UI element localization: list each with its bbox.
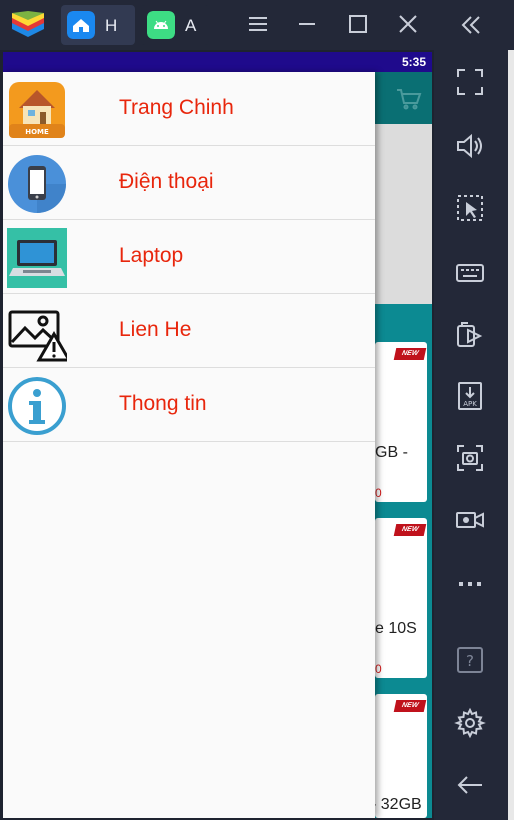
banner: [375, 124, 432, 304]
install-app-icon[interactable]: [454, 318, 486, 350]
svg-text:HOME: HOME: [25, 128, 49, 136]
volume-icon[interactable]: [454, 130, 486, 162]
menu-item-label: Thong tin: [119, 392, 207, 415]
keyboard-icon[interactable]: [454, 256, 486, 288]
tab-home[interactable]: H: [61, 5, 135, 45]
product-name: e 10S: [375, 620, 417, 637]
tab-label: H: [105, 16, 118, 35]
info-icon: [8, 377, 66, 435]
android-screen: 5:35 NEW GB - 0 NEW e 10S 0 NEW - 32GB H: [3, 52, 432, 818]
product-card[interactable]: NEW GB - 0: [375, 342, 427, 502]
new-badge: NEW: [393, 348, 427, 360]
cursor-select-icon[interactable]: [454, 192, 486, 224]
background-window: [508, 50, 514, 820]
screenshot-icon[interactable]: [454, 442, 486, 474]
svg-text:APK: APK: [463, 400, 477, 408]
settings-icon[interactable]: [454, 707, 486, 739]
laptop-icon: [7, 228, 67, 288]
menu-item-lien-he[interactable]: Lien He: [3, 294, 375, 368]
tab-app[interactable]: A: [141, 5, 209, 45]
back-icon[interactable]: [454, 769, 486, 801]
product-price: 0: [375, 486, 382, 500]
apk-icon[interactable]: APK: [454, 380, 486, 412]
fullscreen-icon[interactable]: [454, 66, 486, 98]
menu-item-label: Lien He: [119, 318, 192, 341]
title-bar: H A: [0, 0, 514, 50]
emulator-sidebar: APK ?: [434, 50, 514, 820]
bluestacks-logo-icon[interactable]: [10, 9, 46, 41]
menu-item-dien-thoai[interactable]: Điện thoại: [3, 146, 375, 220]
new-badge: NEW: [393, 700, 427, 712]
record-video-icon[interactable]: [454, 504, 486, 536]
menu-item-trang-chinh[interactable]: HOME Trang Chinh: [3, 72, 375, 146]
maximize-icon[interactable]: [346, 12, 370, 36]
product-name: GB -: [375, 444, 408, 461]
status-time: 5:35: [401, 55, 426, 69]
close-icon[interactable]: [396, 12, 420, 36]
menu-item-label: Điện thoại: [119, 170, 214, 193]
product-card[interactable]: NEW - 32GB: [371, 694, 427, 818]
new-badge: NEW: [393, 524, 427, 536]
home-app-icon: [67, 11, 95, 39]
minimize-icon[interactable]: [295, 12, 319, 36]
broken-image-icon: [8, 310, 67, 362]
collapse-sidebar-icon[interactable]: [458, 12, 484, 38]
android-icon: [147, 11, 175, 39]
menu-item-label: Laptop: [119, 244, 184, 267]
cart-icon[interactable]: [396, 88, 422, 110]
menu-item-laptop[interactable]: Laptop: [3, 220, 375, 294]
help-icon[interactable]: ?: [454, 644, 486, 676]
phone-icon: [8, 155, 66, 213]
product-card[interactable]: NEW e 10S 0: [375, 518, 427, 678]
navigation-drawer: HOME Trang Chinh Điện thoại Laptop Lien …: [3, 72, 375, 818]
home-house-icon: HOME: [9, 82, 65, 138]
status-bar: 5:35: [3, 52, 432, 72]
more-icon[interactable]: [454, 567, 486, 599]
menu-icon[interactable]: [246, 12, 270, 36]
menu-item-label: Trang Chinh: [119, 96, 234, 119]
product-price: 0: [375, 662, 382, 676]
svg-text:?: ?: [466, 652, 474, 670]
product-name: - 32GB: [371, 796, 422, 813]
tab-label: A: [185, 16, 197, 35]
menu-item-thong-tin[interactable]: Thong tin: [3, 368, 375, 442]
